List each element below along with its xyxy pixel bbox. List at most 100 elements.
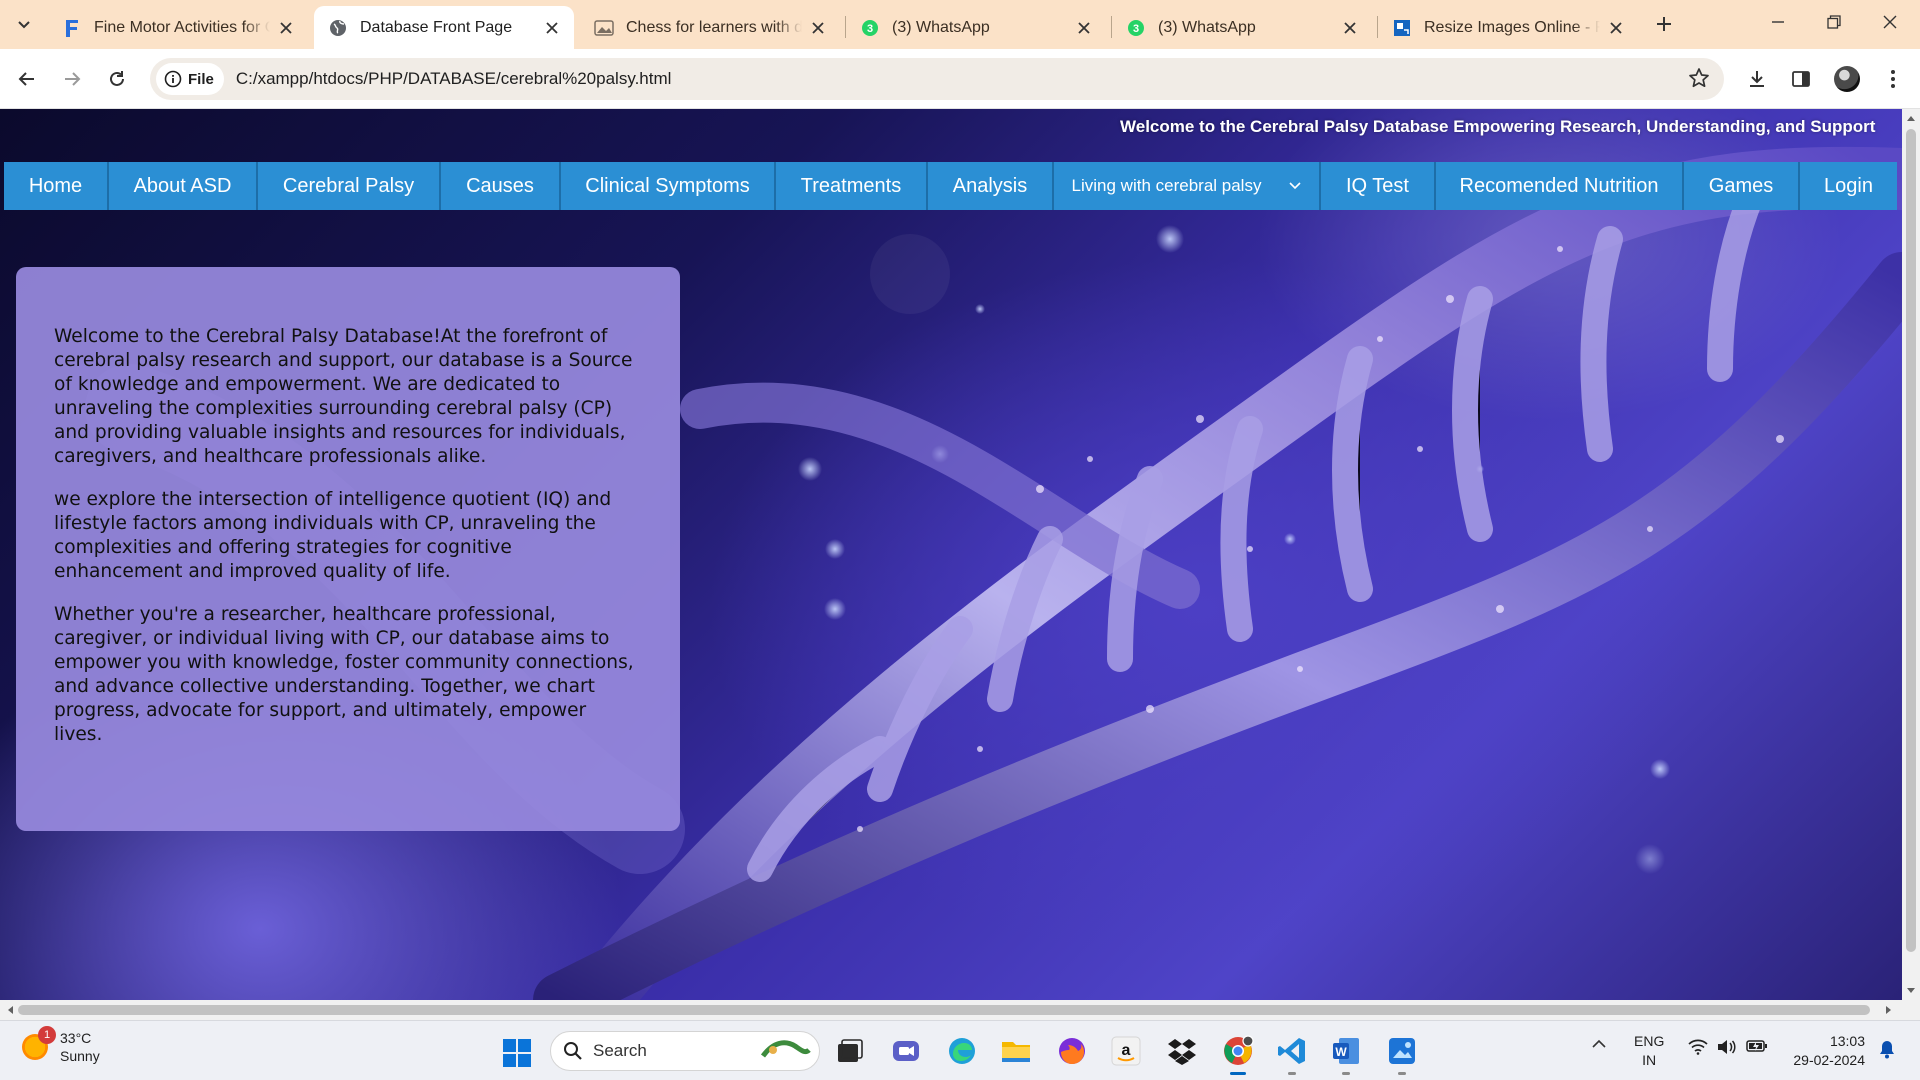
scroll-up-icon[interactable] bbox=[1902, 110, 1920, 126]
browser-toolbar: File C:/xampp/htdocs/PHP/DATABASE/cerebr… bbox=[0, 49, 1920, 109]
resize-icon bbox=[1392, 18, 1412, 38]
volume-icon[interactable] bbox=[1716, 1039, 1736, 1055]
page-viewport: Welcome to the Cerebral Palsy Database E… bbox=[0, 109, 1902, 1000]
photos-icon[interactable] bbox=[1386, 1035, 1418, 1075]
tab-title: Fine Motor Activities for Children bbox=[94, 18, 270, 36]
input-language[interactable]: ENG IN bbox=[1634, 1032, 1664, 1070]
close-tab-icon[interactable] bbox=[1340, 18, 1360, 38]
horizontal-scrollbar[interactable] bbox=[0, 1000, 1920, 1020]
bookmark-star-icon[interactable] bbox=[1688, 67, 1710, 94]
browser-menu-button[interactable] bbox=[1876, 62, 1910, 96]
mission-paragraph: Whether you're a researcher, healthcare … bbox=[54, 604, 634, 745]
chrome-icon[interactable] bbox=[1222, 1035, 1254, 1075]
close-tab-icon[interactable] bbox=[1074, 18, 1094, 38]
meet-icon[interactable] bbox=[890, 1035, 922, 1067]
nav-analysis[interactable]: Analysis bbox=[928, 162, 1054, 210]
vertical-scroll-thumb[interactable] bbox=[1906, 129, 1916, 952]
arrow-left-icon bbox=[18, 72, 34, 86]
show-hidden-icons-chevron[interactable] bbox=[1592, 1039, 1606, 1049]
scroll-right-icon[interactable] bbox=[1880, 1000, 1898, 1020]
notification-bell-icon[interactable] bbox=[1878, 1039, 1896, 1059]
back-button[interactable] bbox=[10, 62, 44, 96]
weather-widget[interactable]: 1 33°C Sunny bbox=[22, 1026, 100, 1065]
tab-whatsapp-2[interactable]: 3 (3) WhatsApp bbox=[1112, 6, 1372, 49]
clock-date: 29-02-2024 bbox=[1793, 1052, 1865, 1068]
weather-temp: 33°C bbox=[60, 1030, 92, 1046]
address-bar[interactable]: File C:/xampp/htdocs/PHP/DATABASE/cerebr… bbox=[150, 58, 1724, 100]
new-tab-button[interactable] bbox=[1650, 10, 1678, 38]
sun-icon: 1 bbox=[22, 1026, 56, 1060]
main-navigation: Home About ASD Cerebral Palsy Causes Cli… bbox=[4, 162, 1897, 210]
arrow-right-icon bbox=[65, 72, 81, 86]
iq-paragraph: we explore the intersection of intellige… bbox=[54, 489, 612, 582]
nav-home[interactable]: Home bbox=[4, 162, 109, 210]
image-icon bbox=[594, 18, 614, 38]
battery-icon[interactable] bbox=[1746, 1039, 1768, 1053]
wifi-icon[interactable] bbox=[1688, 1039, 1708, 1055]
scroll-left-icon[interactable] bbox=[1, 1000, 19, 1020]
forward-button[interactable] bbox=[55, 62, 89, 96]
nav-cerebral-palsy[interactable]: Cerebral Palsy bbox=[258, 162, 441, 210]
nav-login[interactable]: Login bbox=[1800, 162, 1897, 210]
dropbox-icon[interactable] bbox=[1166, 1035, 1198, 1067]
minimize-icon bbox=[1772, 21, 1784, 23]
close-window-button[interactable] bbox=[1862, 0, 1918, 44]
firefox-icon[interactable] bbox=[1056, 1035, 1088, 1067]
search-label: Search bbox=[593, 1041, 647, 1060]
reload-icon bbox=[110, 71, 124, 86]
site-info-chip[interactable]: File bbox=[156, 63, 224, 95]
notification-badge: 1 bbox=[38, 1026, 56, 1044]
f-logo-icon bbox=[62, 18, 82, 38]
minimize-button[interactable] bbox=[1750, 0, 1806, 44]
svg-text:3: 3 bbox=[867, 23, 873, 35]
side-panel-icon bbox=[1792, 71, 1810, 87]
globe-icon bbox=[328, 18, 348, 38]
vertical-scrollbar[interactable] bbox=[1902, 109, 1920, 1000]
amazon-icon[interactable]: a bbox=[1110, 1035, 1142, 1067]
profile-button[interactable] bbox=[1830, 62, 1864, 96]
tab-strip: Fine Motor Activities for Children Datab… bbox=[0, 0, 1920, 49]
edge-browser-icon[interactable] bbox=[946, 1035, 978, 1067]
tab-database-front-page[interactable]: Database Front Page bbox=[314, 6, 574, 49]
url-text[interactable]: C:/xampp/htdocs/PHP/DATABASE/cerebral%20… bbox=[236, 69, 672, 89]
vscode-icon[interactable] bbox=[1276, 1035, 1308, 1075]
scroll-down-icon[interactable] bbox=[1902, 983, 1920, 999]
downloads-button[interactable] bbox=[1740, 62, 1774, 96]
nav-living-with-cp-dropdown[interactable]: Living with cerebral palsy bbox=[1054, 162, 1321, 210]
tab-fine-motor[interactable]: Fine Motor Activities for Children bbox=[48, 6, 308, 49]
close-tab-icon[interactable] bbox=[808, 18, 828, 38]
tab-search-button[interactable] bbox=[8, 8, 40, 40]
more-vert-icon bbox=[1891, 70, 1895, 88]
tab-title: Resize Images Online - Resize bbox=[1424, 18, 1600, 36]
reload-button[interactable] bbox=[100, 62, 134, 96]
tab-title: (3) WhatsApp bbox=[892, 18, 990, 36]
restore-icon bbox=[1827, 15, 1841, 29]
welcome-marquee: Welcome to the Cerebral Palsy Database E… bbox=[1120, 117, 1876, 136]
file-explorer-icon[interactable] bbox=[1000, 1035, 1032, 1067]
taskbar-search[interactable]: Search bbox=[550, 1031, 820, 1071]
close-tab-icon[interactable] bbox=[542, 18, 562, 38]
word-icon[interactable]: W bbox=[1330, 1035, 1362, 1075]
nav-about-asd[interactable]: About ASD bbox=[109, 162, 258, 210]
restore-button[interactable] bbox=[1806, 0, 1862, 44]
nav-treatments[interactable]: Treatments bbox=[776, 162, 928, 210]
nav-recomended-nutrition[interactable]: Recomended Nutrition bbox=[1436, 162, 1684, 210]
side-panel-button[interactable] bbox=[1784, 62, 1818, 96]
system-clock[interactable]: 13:03 29-02-2024 bbox=[1785, 1032, 1865, 1070]
plus-icon bbox=[1657, 17, 1671, 31]
nav-causes[interactable]: Causes bbox=[441, 162, 561, 210]
language-code: ENG bbox=[1634, 1033, 1665, 1049]
horizontal-scroll-thumb[interactable] bbox=[18, 1005, 1870, 1015]
tab-chess[interactable]: Chess for learners with disabilities bbox=[580, 6, 840, 49]
close-tab-icon[interactable] bbox=[276, 18, 296, 38]
close-tab-icon[interactable] bbox=[1606, 18, 1626, 38]
tab-resize-images[interactable]: Resize Images Online - Resize bbox=[1378, 6, 1638, 49]
task-view-icon[interactable] bbox=[834, 1035, 866, 1067]
start-button[interactable] bbox=[502, 1038, 532, 1073]
tab-whatsapp-1[interactable]: 3 (3) WhatsApp bbox=[846, 6, 1106, 49]
nav-clinical-symptoms[interactable]: Clinical Symptoms bbox=[561, 162, 776, 210]
nav-iq-test[interactable]: IQ Test bbox=[1321, 162, 1436, 210]
nav-games[interactable]: Games bbox=[1684, 162, 1800, 210]
windows-logo-icon bbox=[503, 1039, 531, 1067]
info-icon bbox=[164, 70, 182, 88]
